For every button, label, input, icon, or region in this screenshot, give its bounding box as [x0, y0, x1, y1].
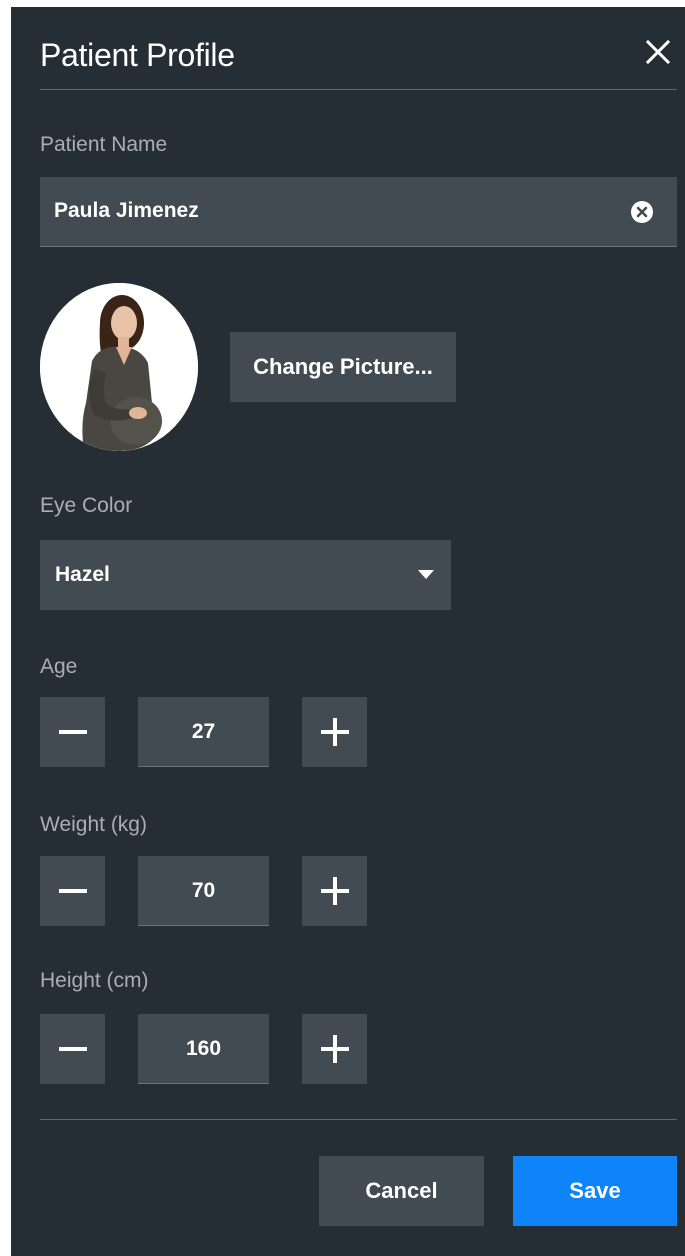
- minus-icon: [58, 1047, 87, 1051]
- cancel-button[interactable]: Cancel: [319, 1156, 484, 1226]
- change-picture-button[interactable]: Change Picture...: [230, 332, 456, 402]
- age-label: Age: [40, 655, 78, 678]
- header-divider: [40, 89, 677, 90]
- age-value[interactable]: 27: [138, 697, 269, 767]
- height-increment-button[interactable]: [302, 1014, 367, 1084]
- weight-value[interactable]: 70: [138, 856, 269, 926]
- dialog-title: Patient Profile: [40, 37, 235, 73]
- eye-color-value: Hazel: [55, 563, 110, 586]
- patient-name-label: Patient Name: [40, 133, 168, 156]
- patient-name-input[interactable]: [40, 177, 620, 245]
- minus-icon: [58, 730, 87, 734]
- plus-icon: [320, 718, 349, 746]
- patient-name-field[interactable]: [40, 177, 677, 247]
- weight-decrement-button[interactable]: [40, 856, 105, 926]
- age-increment-button[interactable]: [302, 697, 367, 767]
- height-label: Height (cm): [40, 969, 149, 992]
- close-icon: [645, 39, 671, 65]
- patient-profile-dialog: Patient Profile Patient Name Paula Jimen…: [11, 7, 685, 1256]
- eye-color-label: Eye Color: [40, 494, 133, 517]
- height-decrement-button[interactable]: [40, 1014, 105, 1084]
- footer-divider: [40, 1119, 677, 1120]
- clear-name-button[interactable]: [630, 200, 654, 224]
- save-button[interactable]: Save: [513, 1156, 677, 1226]
- age-decrement-button[interactable]: [40, 697, 105, 767]
- weight-increment-button[interactable]: [302, 856, 367, 926]
- minus-icon: [58, 889, 87, 893]
- plus-icon: [320, 877, 349, 905]
- height-value[interactable]: 160: [138, 1014, 269, 1084]
- caret-down-icon: [418, 570, 434, 580]
- plus-icon: [320, 1035, 349, 1063]
- eye-color-select[interactable]: Hazel: [40, 540, 451, 610]
- weight-label: Weight (kg): [40, 813, 147, 836]
- close-button[interactable]: [643, 37, 673, 67]
- clear-circle-icon: [631, 201, 653, 223]
- patient-avatar: [40, 283, 198, 451]
